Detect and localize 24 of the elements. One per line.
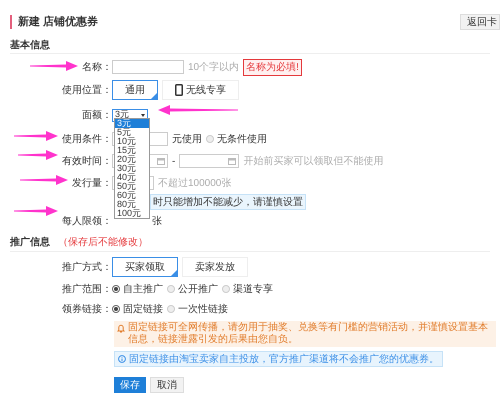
notice-text: 时只能增加不能减少，请谨慎设置 (150, 194, 306, 210)
field-label: 面额： (82, 108, 112, 122)
field-label: 推广方式： (62, 260, 112, 274)
info-message: 固定链接由淘宝卖家自主投放，官方推广渠道将不会推广您的优惠券。 (129, 352, 439, 366)
unit-text: 元使用 (172, 132, 202, 146)
hint-text: 开始前买家可以领取但不能使用 (243, 154, 384, 168)
field-label: 领券链接： (62, 302, 112, 316)
field-label: 使用条件： (62, 132, 112, 146)
hint-text: 不超过100000张 (158, 176, 232, 190)
field-label: 使用位置： (62, 84, 112, 98)
field-label: 发行量： (72, 176, 112, 190)
warning-message: 固定链接可全网传播，请勿用于抽奖、兑换等有门槛的营销活动，并谨慎设置基本信息，链接泄露引发的后果由您自负。 (128, 322, 489, 346)
field-label: 每人限领： (62, 214, 112, 228)
field-label: 有效时间： (62, 154, 112, 168)
page-title: 新建 店铺优惠券 (18, 14, 98, 30)
field-label: 名称： (82, 60, 112, 74)
hint-text: 10个字以内 (188, 60, 240, 74)
section-note: （保存后不能修改） (58, 236, 148, 250)
section-title: 基本信息 (10, 38, 50, 53)
error-message: 名称为必填! (243, 58, 302, 76)
field-label: 推广范围： (62, 282, 112, 296)
section-title: 推广信息 (10, 235, 50, 250)
date-separator: - (172, 154, 176, 168)
unit-text: 张 (152, 214, 162, 228)
